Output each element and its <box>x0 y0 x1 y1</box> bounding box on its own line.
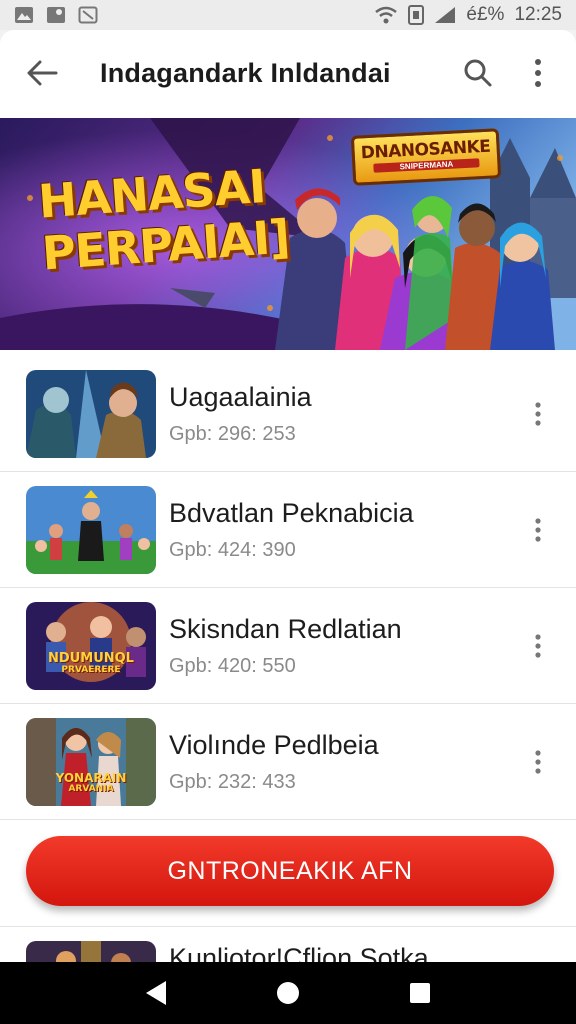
item-meta: Gpb: 424: 390 <box>169 538 296 561</box>
thumb-caption: YONARAIN ARVANIA <box>26 772 156 794</box>
battery-text: é£% <box>466 4 505 25</box>
photo-notification-icon <box>47 7 65 23</box>
status-bar: é£% 12:25 <box>0 0 576 30</box>
item-meta: Gpb: 296: 253 <box>169 422 296 445</box>
item-title: Skisndan Redlatian <box>169 613 402 644</box>
square-recents-icon <box>410 983 430 1003</box>
arrow-back-icon <box>27 60 58 86</box>
list-item[interactable]: NDUMUNQL PRVAERERE Skisndan Redlatian Gp… <box>0 588 576 704</box>
featured-banner[interactable]: HANASAI PERPAIAI] DNANOSANKE SNIPERMANA <box>0 118 576 350</box>
item-more-button[interactable] <box>524 624 552 668</box>
list-item[interactable]: Uagaalainia Gpb: 296: 253 <box>0 356 576 472</box>
signal-icon <box>435 7 456 23</box>
thumb-caption-line-1: NDUMUNQL <box>48 650 134 666</box>
thumb-caption-line-2: ARVANIA <box>68 783 114 794</box>
primary-action-button[interactable]: GNTRONEAKIK AFN <box>26 836 554 906</box>
primary-action-label: GNTRONEAKIK AFN <box>167 856 413 885</box>
triangle-back-icon <box>146 981 166 1005</box>
more-vert-icon <box>535 402 541 426</box>
sim-icon <box>408 5 425 25</box>
toolbar: Indagandark Inldandai <box>0 30 576 116</box>
thumb-caption-line-2: PRVAERERE <box>61 664 121 675</box>
item-text: Skisndan Redlatian Gpb: 420: 550 <box>169 614 576 678</box>
notification-icons <box>14 6 98 24</box>
item-thumbnail: NDUMUNQL PRVAERERE <box>26 601 156 690</box>
item-title: Violınde Pedlbeia <box>169 729 379 760</box>
nav-back-button[interactable] <box>136 973 176 1013</box>
list-item[interactable]: YONARAIN ARVANIA Violınde Pedlbeia Gpb: … <box>0 704 576 820</box>
item-more-button[interactable] <box>524 740 552 784</box>
wifi-icon <box>375 6 398 24</box>
item-thumbnail: YONARAIN ARVANIA <box>26 717 156 806</box>
more-vert-icon <box>535 634 541 658</box>
game-list: Uagaalainia Gpb: 296: 253 Bdvatlan Pekna… <box>0 356 576 820</box>
back-button[interactable] <box>22 53 62 93</box>
item-text: Uagaalainia Gpb: 296: 253 <box>169 382 576 446</box>
system-navigation-bar <box>0 962 576 1024</box>
list-item[interactable]: Bdvatlan Peknabicia Gpb: 424: 390 <box>0 472 576 588</box>
thumb-caption: NDUMUNQL PRVAERERE <box>26 652 156 675</box>
circle-home-icon <box>277 982 299 1004</box>
item-thumbnail <box>26 369 156 458</box>
thumb-caption-line-1: YONARAIN <box>55 770 127 785</box>
more-vert-icon <box>535 518 541 542</box>
item-title: Kunliotor!Cflion Sotka <box>169 943 429 962</box>
search-icon <box>464 59 492 87</box>
nav-home-button[interactable] <box>268 973 308 1013</box>
item-text: Violınde Pedlbeia Gpb: 232: 433 <box>169 730 576 794</box>
item-text: Bdvatlan Peknabicia Gpb: 424: 390 <box>169 498 576 562</box>
clock: 12:25 <box>514 4 562 25</box>
system-indicators: é£% 12:25 <box>374 4 562 26</box>
item-meta: Gpb: 232: 433 <box>169 770 296 793</box>
overflow-menu-button[interactable] <box>516 51 560 95</box>
more-vert-icon <box>535 750 541 774</box>
item-thumbnail <box>26 941 156 962</box>
app-window: Indagandark Inldandai HANASAI PERPAIAI] … <box>0 30 576 962</box>
item-more-button[interactable] <box>524 392 552 436</box>
item-title: Bdvatlan Peknabicia <box>169 497 414 528</box>
banner-headline: HANASAI PERPAIAI] <box>37 159 291 280</box>
item-title: Uagaalainia <box>169 381 312 412</box>
nav-recents-button[interactable] <box>400 973 440 1013</box>
item-meta: Gpb: 420: 550 <box>169 654 296 677</box>
item-thumbnail <box>26 485 156 574</box>
more-vert-icon <box>535 59 541 87</box>
gallery-notification-icon <box>15 7 33 23</box>
item-more-button[interactable] <box>524 508 552 552</box>
page-title: Indagandark Inldandai <box>100 57 391 88</box>
search-button[interactable] <box>456 51 500 95</box>
game-logo: DNANOSANKE SNIPERMANA <box>350 128 502 186</box>
list-item-partial[interactable]: Kunliotor!Cflion Sotka <box>0 926 576 962</box>
image-notification-icon <box>78 6 98 24</box>
